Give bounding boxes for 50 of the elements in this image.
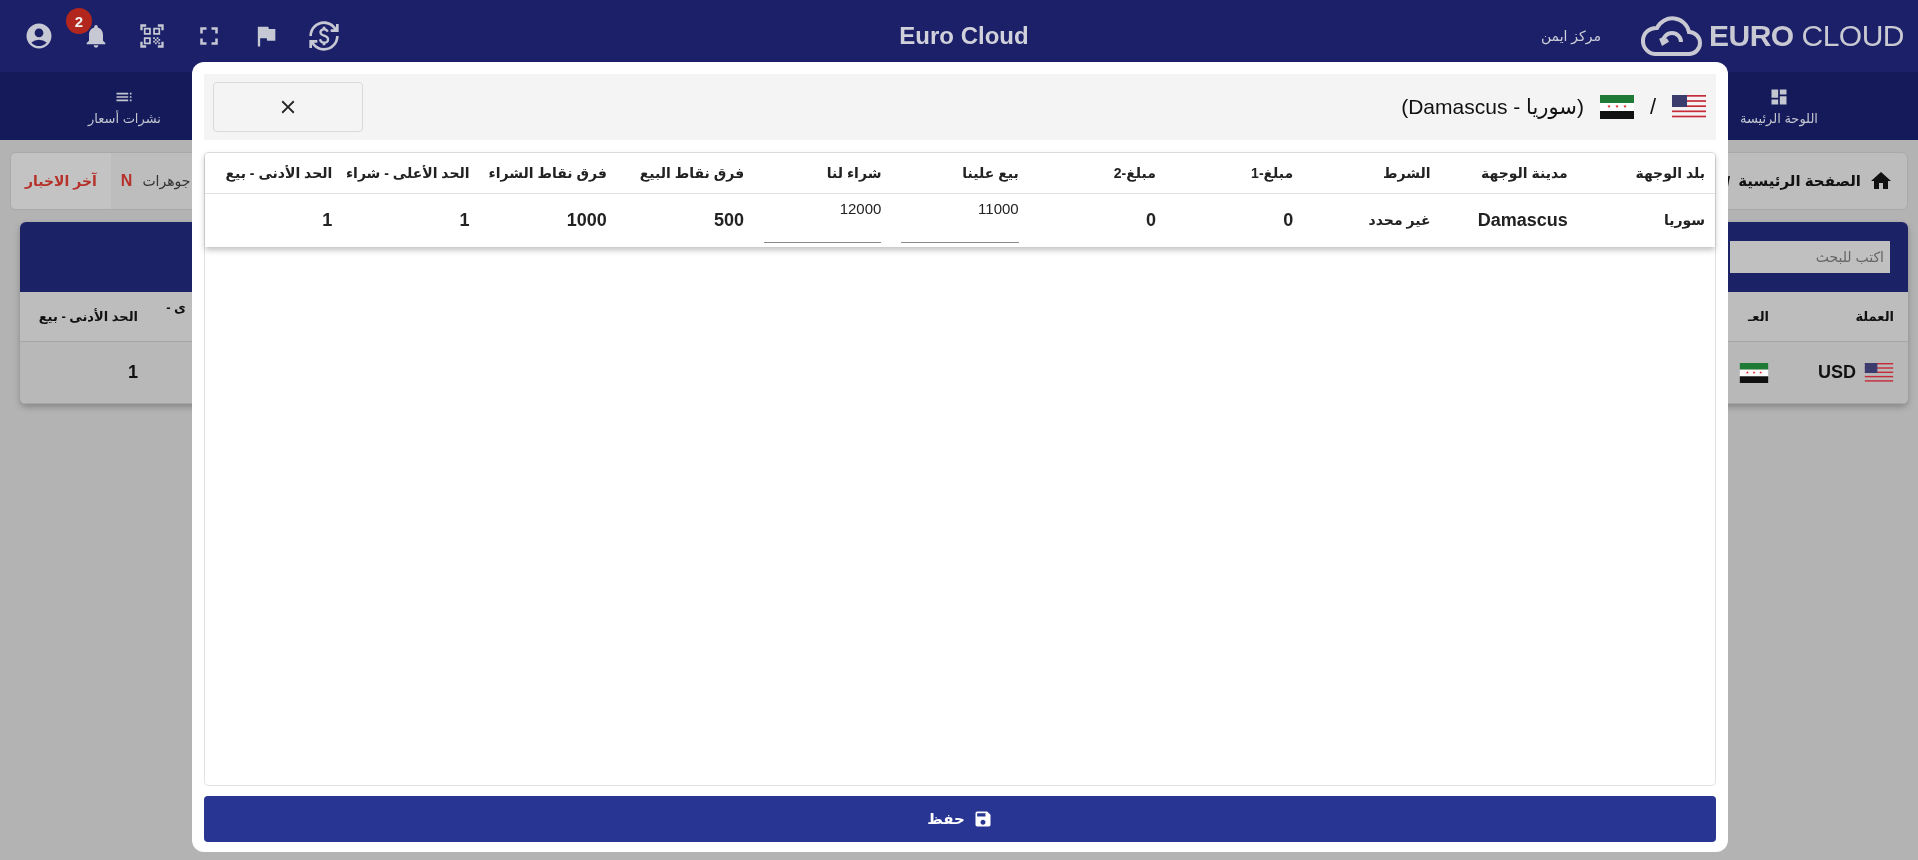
column-header: ى - <box>166 300 186 315</box>
column-header: مدينة الوجهة <box>1440 153 1578 193</box>
striped-flag-icon <box>1864 362 1894 383</box>
nav-item[interactable]: اللوحة الرئيسة <box>1729 80 1828 132</box>
news-marker: N <box>120 172 133 190</box>
user-name: مركز ايمن <box>1540 28 1601 44</box>
table-cell: 0 <box>1283 209 1294 230</box>
logo-text: EURO CLOUD <box>1708 19 1904 53</box>
column-header: العملة <box>1855 309 1894 324</box>
qr-code-icon[interactable] <box>138 22 166 50</box>
cloud-logo-icon <box>1638 14 1703 58</box>
breadcrumb-link[interactable]: الصفحة الرئيسية <box>1738 172 1861 190</box>
nav-item[interactable]: نشرات أسعار <box>78 80 171 132</box>
table-cell: Damascus <box>1477 209 1568 230</box>
news-headline: جوهرات <box>142 173 191 189</box>
column-header: مبلغ-2 <box>1028 153 1166 193</box>
column-header: الشرط <box>1303 153 1441 193</box>
notification-badge: 2 <box>66 8 92 34</box>
currency-exchange-icon[interactable] <box>308 20 340 52</box>
starred-flag-icon <box>1599 95 1634 119</box>
account-icon[interactable] <box>24 21 54 51</box>
search-field[interactable]: اكتب للبحث <box>1730 241 1890 273</box>
column-header: بلد الوجهة <box>1577 153 1715 193</box>
column-header: مبلغ-1 <box>1165 153 1304 193</box>
amount-field[interactable]: 12000 <box>764 197 882 244</box>
column-header: شراء لنا <box>754 153 892 193</box>
column-header: الحد الأدنى - بيع <box>38 309 138 324</box>
table-cell: 1 <box>322 209 333 230</box>
column-header: الحد الأدنى - بيع <box>205 153 343 193</box>
table-cell: غير محدد <box>1368 212 1431 229</box>
title-separator: / <box>1649 94 1656 120</box>
starred-flag-icon <box>1739 362 1769 383</box>
column-header: بيع علينا <box>891 153 1029 193</box>
column-header: العـ <box>1747 309 1769 324</box>
table-cell: 1000 <box>566 209 607 230</box>
table-cell: سوريا <box>1663 212 1705 229</box>
column-header: فرق نقاط الشراء <box>479 153 617 193</box>
table-cell: USD <box>1818 362 1856 383</box>
save-button[interactable]: حفظ <box>204 796 1716 842</box>
table-cell: 1 <box>459 209 470 230</box>
amount-field[interactable]: 11000 <box>901 197 1019 244</box>
dialog-title: (سوريا - Damascus) <box>1401 95 1584 119</box>
table-cell: 500 <box>714 209 745 230</box>
column-header: الحد الأعلى - شراء <box>342 153 480 193</box>
column-header: فرق نقاط البيع <box>616 153 755 193</box>
news-label: آخر الاخبار <box>11 153 111 209</box>
striped-flag-icon <box>1672 95 1706 119</box>
table-cell: 1 <box>128 362 138 383</box>
app-title: Euro Cloud <box>899 22 1029 50</box>
table-cell: 0 <box>1145 209 1156 230</box>
